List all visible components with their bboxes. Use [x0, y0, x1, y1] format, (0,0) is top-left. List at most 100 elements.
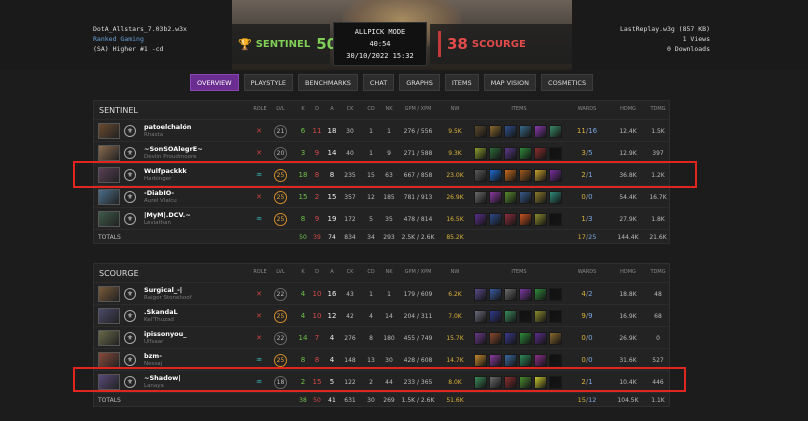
item-icon[interactable]	[549, 212, 562, 226]
tab-cosmetics[interactable]: COSMETICS	[541, 74, 594, 91]
item-icon[interactable]	[489, 190, 502, 204]
player-name[interactable]: patoelchalón	[144, 123, 191, 131]
tab-overview[interactable]: OVERVIEW	[190, 74, 239, 91]
item-icon[interactable]	[474, 124, 487, 138]
item-icon[interactable]	[504, 124, 517, 138]
player-row[interactable]: ⚜ ipissonyou_ Ulfsaar ✕ 22 14 7 4 276 8 180 455 / 7…	[94, 326, 669, 348]
item-icon[interactable]	[489, 331, 502, 345]
item-icon[interactable]	[474, 212, 487, 226]
item-icon[interactable]	[504, 287, 517, 301]
item-icon[interactable]	[534, 124, 547, 138]
player-row[interactable]: ⚜ -DiabIO- Aurel Vlaicu ✕ 25 15 2 15 357 12 185 781…	[94, 185, 669, 207]
player-name[interactable]: bzm-	[144, 352, 162, 360]
hero-portrait[interactable]	[98, 186, 120, 208]
player-row[interactable]: ⚜ |MyM|.DCV.~ Leviathan ♒ 25 8 9 19 172 5 35 478 / …	[94, 207, 669, 229]
creep-kills: 357	[344, 193, 356, 201]
assists: 15	[327, 193, 337, 201]
item-icon[interactable]	[549, 287, 562, 301]
net-worth: 9.5K	[448, 127, 462, 135]
player-name[interactable]: ~SonSOAlegrE~	[144, 145, 203, 153]
player-name-cell[interactable]: -DiabIO- Aurel Vlaicu	[144, 186, 244, 208]
item-icon[interactable]	[534, 353, 547, 367]
item-icon[interactable]	[504, 353, 517, 367]
item-icon[interactable]	[474, 146, 487, 160]
item-icon[interactable]	[519, 212, 532, 226]
tab-graphs[interactable]: GRAPHS	[399, 74, 440, 91]
item-icon[interactable]	[534, 146, 547, 160]
item-icon[interactable]	[534, 309, 547, 323]
player-name[interactable]: ipissonyou_	[144, 330, 187, 338]
col-header-hdmg: HDMG	[620, 106, 636, 112]
item-icon[interactable]	[519, 353, 532, 367]
player-name-cell[interactable]: .SkandaL Kel'Thuzad	[144, 305, 244, 327]
item-icon[interactable]	[519, 146, 532, 160]
item-icon[interactable]	[474, 309, 487, 323]
player-row[interactable]: ⚜ patoelchalón Rhasta ✕ 21 6 11 18 30 1 1 276 / 556…	[94, 119, 669, 141]
item-icon[interactable]	[549, 146, 562, 160]
player-name-cell[interactable]: |MyM|.DCV.~ Leviathan	[144, 208, 244, 230]
item-icon[interactable]	[474, 353, 487, 367]
tab-playstyle[interactable]: PLAYSTYLE	[243, 74, 294, 91]
item-icon[interactable]	[549, 331, 562, 345]
items-cell	[474, 208, 562, 230]
replay-download-link[interactable]: LastReplay.w3g (857 KB)	[620, 24, 710, 34]
hero-portrait[interactable]	[98, 208, 120, 230]
items-cell	[474, 120, 562, 142]
item-icon[interactable]	[519, 124, 532, 138]
item-icon[interactable]	[549, 309, 562, 323]
item-icon[interactable]	[549, 190, 562, 204]
item-icon[interactable]	[519, 287, 532, 301]
replay-info-right: LastReplay.w3g (857 KB) 1 Views 0 Downlo…	[620, 24, 710, 54]
item-icon[interactable]	[474, 287, 487, 301]
deaths: 10	[312, 290, 322, 298]
player-row[interactable]: ⚜ Surgical_-| Raigor Stonehoof ✕ 22 4 10 16 43 1 1…	[94, 282, 669, 304]
item-icon[interactable]	[534, 190, 547, 204]
item-icon[interactable]	[489, 353, 502, 367]
gaming-link[interactable]: Ranked Gaming	[93, 34, 187, 44]
item-icon[interactable]	[489, 309, 502, 323]
item-icon[interactable]	[534, 331, 547, 345]
kills: 14	[298, 334, 308, 342]
tab-items[interactable]: ITEMS	[444, 74, 479, 91]
item-icon[interactable]	[489, 124, 502, 138]
col-header-role: ROLE	[253, 269, 267, 275]
player-name[interactable]: .SkandaL	[144, 308, 178, 316]
item-icon[interactable]	[504, 331, 517, 345]
item-icon[interactable]	[534, 212, 547, 226]
item-icon[interactable]	[519, 309, 532, 323]
tab-map-vision[interactable]: MAP VISION	[483, 74, 537, 91]
hero-portrait[interactable]	[98, 120, 120, 142]
item-icon[interactable]	[504, 146, 517, 160]
item-icon[interactable]	[519, 190, 532, 204]
player-name[interactable]: Surgical_-|	[144, 286, 182, 294]
hero-portrait[interactable]	[98, 283, 120, 305]
deaths: 7	[314, 334, 320, 342]
tab-chat[interactable]: CHAT	[362, 74, 395, 91]
item-icon[interactable]	[489, 287, 502, 301]
item-icon[interactable]	[534, 287, 547, 301]
item-icon[interactable]	[519, 331, 532, 345]
item-icon[interactable]	[474, 331, 487, 345]
item-icon[interactable]	[504, 212, 517, 226]
tower-damage: 0	[656, 334, 660, 342]
tab-benchmarks[interactable]: BENCHMARKS	[298, 74, 358, 91]
item-icon[interactable]	[474, 190, 487, 204]
player-row[interactable]: ⚜ .SkandaL Kel'Thuzad ✕ 25 4 10 12 42 4 14 204 / 31…	[94, 304, 669, 326]
hero-portrait[interactable]	[98, 305, 120, 327]
item-icon[interactable]	[549, 124, 562, 138]
player-name-cell[interactable]: patoelchalón Rhasta	[144, 120, 244, 142]
player-name-cell[interactable]: ipissonyou_ Ulfsaar	[144, 327, 244, 349]
item-icon[interactable]	[549, 353, 562, 367]
player-name[interactable]: -DiabIO-	[144, 189, 174, 197]
item-icon[interactable]	[489, 212, 502, 226]
highlight-wulfpackkk	[73, 161, 697, 188]
col-header-cd: CD	[367, 106, 375, 112]
item-icon[interactable]	[504, 309, 517, 323]
hero-portrait[interactable]	[98, 327, 120, 349]
item-icon[interactable]	[489, 146, 502, 160]
total-kills: 50	[299, 233, 307, 241]
player-name-cell[interactable]: Surgical_-| Raigor Stonehoof	[144, 283, 244, 305]
item-icon[interactable]	[504, 190, 517, 204]
player-row[interactable]: ⚜ ~SonSOAlegrE~ Devlin Proudmoore ✕ 20 3 9 14 40…	[94, 141, 669, 163]
player-name[interactable]: |MyM|.DCV.~	[144, 211, 191, 219]
